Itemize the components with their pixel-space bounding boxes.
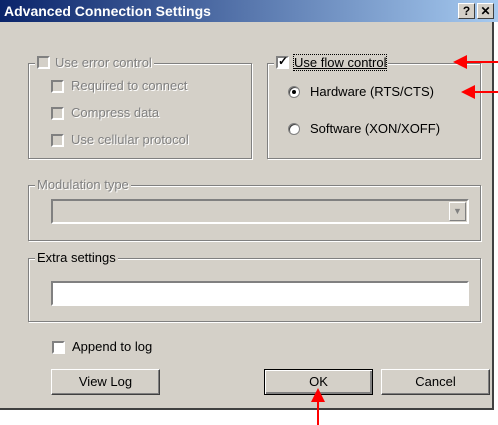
title-bar[interactable]: Advanced Connection Settings ? ✕ (0, 0, 498, 22)
software-xon-xoff-label: Software (XON/XOFF) (310, 121, 441, 136)
close-icon[interactable]: ✕ (477, 3, 494, 19)
use-cellular-protocol-checkbox[interactable] (51, 134, 64, 147)
error-control-legend: Use error control (35, 55, 154, 70)
ok-button-label: OK (309, 374, 328, 389)
hardware-rts-cts-label: Hardware (RTS/CTS) (310, 84, 435, 99)
flow-control-group: ✓ Use flow control Hardware (RTS/CTS) Sof… (267, 54, 481, 159)
check-mark-icon: ✓ (278, 54, 289, 68)
software-xon-xoff-radio[interactable] (288, 123, 300, 135)
extra-settings-group: Extra settings (28, 250, 481, 322)
extra-settings-input[interactable] (51, 281, 469, 306)
window-title: Advanced Connection Settings (4, 3, 211, 19)
append-to-log-label: Append to log (72, 339, 153, 354)
chevron-down-icon[interactable]: ▼ (449, 202, 466, 221)
compress-data-checkbox[interactable] (51, 107, 64, 120)
append-to-log-checkbox[interactable] (52, 341, 65, 354)
modulation-type-label: Modulation type (35, 177, 131, 192)
use-flow-control-checkbox[interactable]: ✓ (276, 54, 289, 69)
use-error-control-checkbox[interactable] (37, 56, 50, 69)
use-cellular-protocol-label: Use cellular protocol (71, 132, 189, 147)
modulation-type-group: Modulation type ▼ (28, 177, 481, 241)
required-to-connect-label: Required to connect (71, 78, 188, 93)
arrow-head-left-icon (461, 85, 475, 99)
advanced-connection-settings-dialog: Advanced Connection Settings ? ✕ Use err… (0, 0, 498, 410)
arrow-head-left-icon (453, 55, 467, 69)
help-icon[interactable]: ? (458, 3, 475, 19)
use-flow-control-label: Use flow control (292, 54, 388, 71)
hardware-rts-cts-radio[interactable] (288, 86, 300, 98)
flow-control-legend: ✓ Use flow control (274, 54, 389, 71)
compress-data-label: Compress data (71, 105, 160, 120)
extra-settings-label: Extra settings (35, 250, 118, 265)
modulation-type-select[interactable]: ▼ (51, 199, 469, 224)
use-error-control-label: Use error control (55, 55, 152, 70)
error-control-group: Use error control Required to connect Co… (28, 55, 252, 159)
required-to-connect-checkbox[interactable] (51, 80, 64, 93)
cancel-button[interactable]: Cancel (381, 369, 490, 395)
radio-selected-dot (292, 90, 296, 94)
view-log-button[interactable]: View Log (51, 369, 160, 395)
